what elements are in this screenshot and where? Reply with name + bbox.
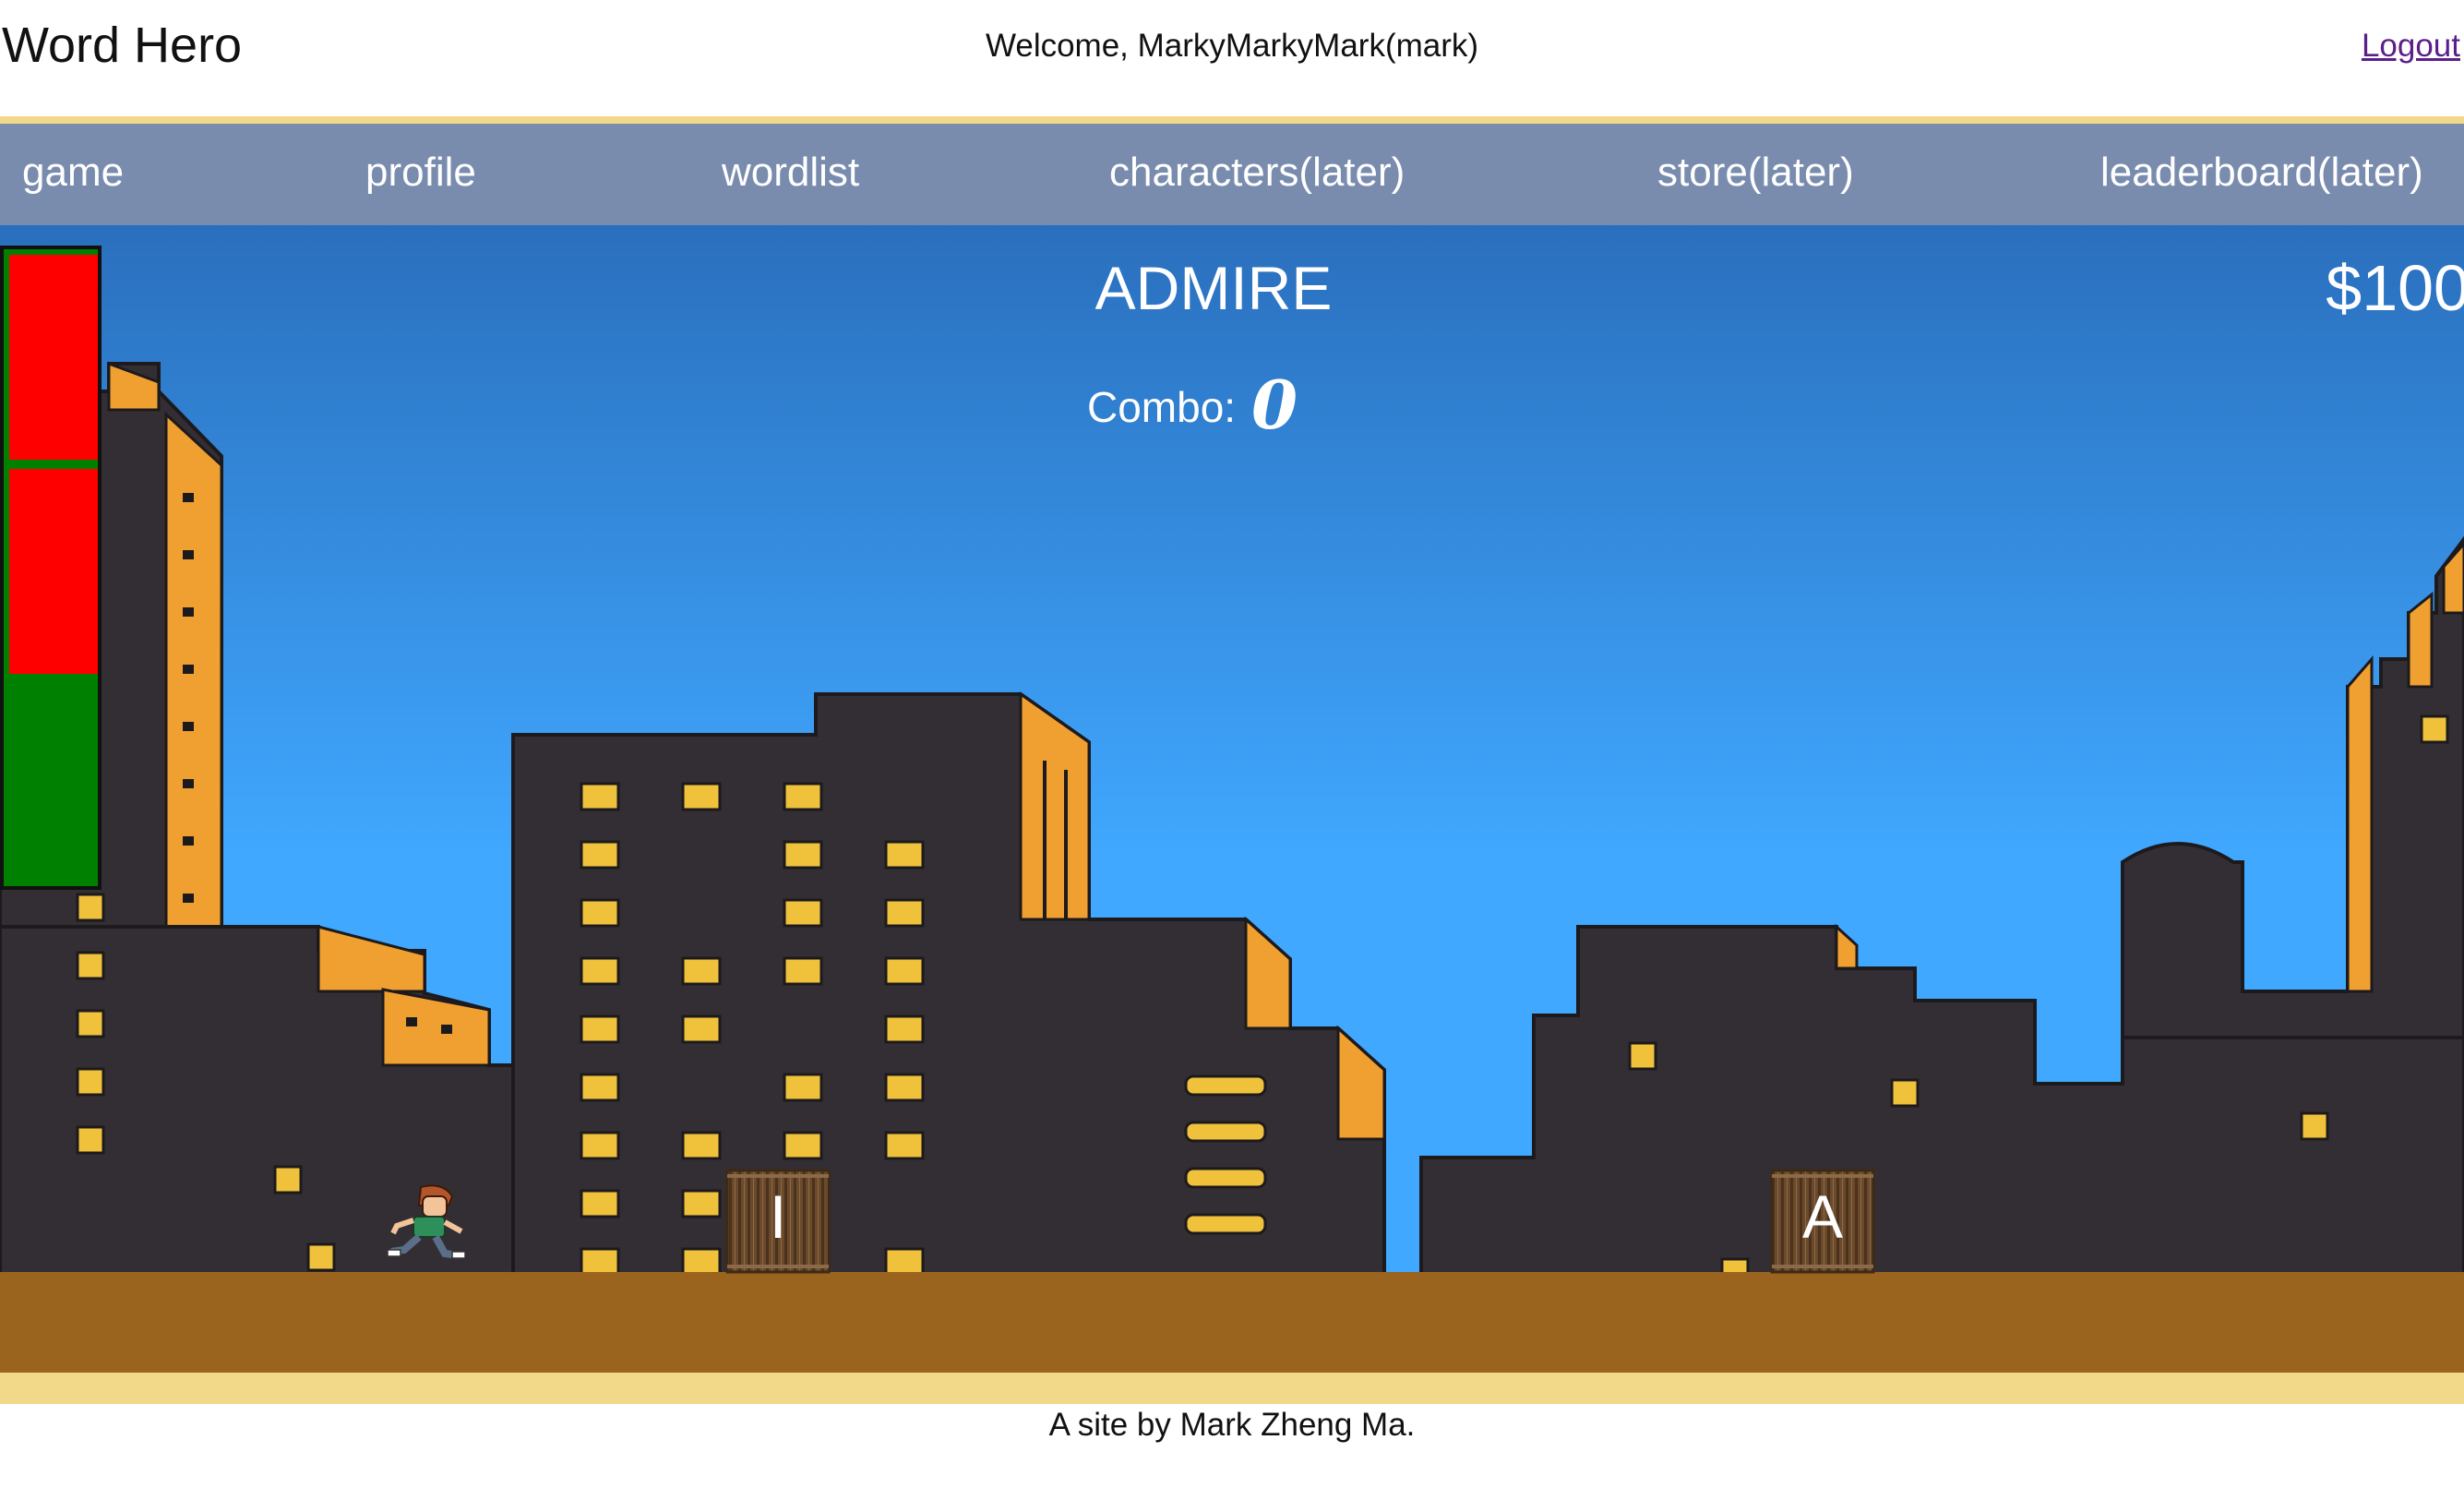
target-word: ADMIRE [1094,254,1333,322]
game-canvas[interactable]: ADMIRE $100 Combo: 0 I A [0,225,2464,1373]
crate-letter: A [1801,1182,1844,1251]
header-divider [0,116,2464,124]
logout-link[interactable]: Logout [2362,28,2460,65]
footer-divider [0,1373,2464,1404]
main-nav: game profile wordlist characters(later) … [0,124,2464,225]
combo-value: 0 [1251,366,1298,444]
footer-credit: A site by Mark Zheng Ma. [1048,1407,1416,1443]
nav-item-profile[interactable]: profile [365,150,476,196]
nav-item-wordlist[interactable]: wordlist [722,150,859,196]
welcome-message: Welcome, MarkyMarkyMark(mark) [985,28,1479,64]
nav-item-game[interactable]: game [22,150,124,196]
site-header: Word Hero Welcome, MarkyMarkyMark(mark) … [0,0,2464,118]
crate-letter: I [769,1182,787,1251]
nav-item-characters[interactable]: characters(later) [1109,150,1405,196]
health-lost-segment [9,469,98,674]
nav-item-leaderboard[interactable]: leaderboard(later) [2100,150,2423,196]
combo-label: Combo: [1087,383,1237,431]
nav-item-store[interactable]: store(later) [1657,150,1854,196]
money-counter: $100 [2326,252,2464,324]
health-bar [0,246,102,890]
